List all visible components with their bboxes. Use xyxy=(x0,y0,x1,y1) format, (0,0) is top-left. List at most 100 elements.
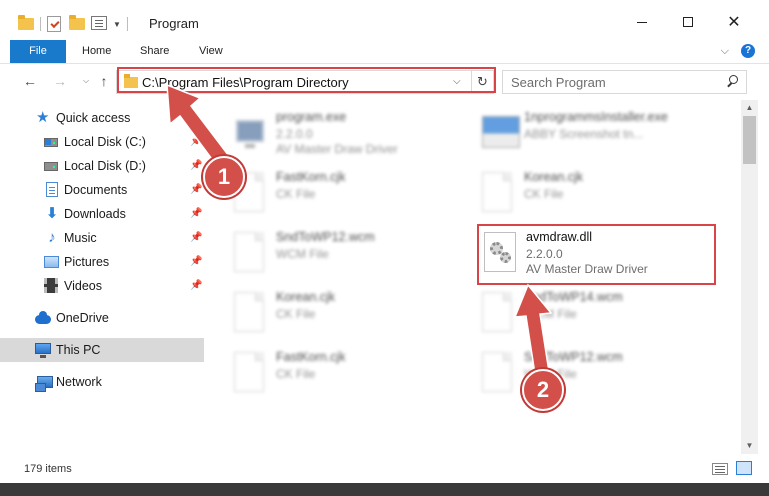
file-name: FastKorn.cjk xyxy=(276,170,346,184)
tab-share[interactable]: Share xyxy=(140,40,169,63)
file-item-korean-cjk[interactable]: Korean.cjk CK File xyxy=(478,166,708,222)
file-detail: CK File xyxy=(276,367,316,381)
sidebar-item-this-pc[interactable]: This PC xyxy=(0,338,204,362)
videos-icon xyxy=(44,278,60,294)
pin-icon[interactable]: 📌 xyxy=(190,160,202,172)
help-icon[interactable]: ? xyxy=(741,44,755,58)
address-bar[interactable]: C:\Program Files\Program Directory ⌵ ↻ xyxy=(116,70,494,94)
vertical-scrollbar[interactable]: ▲ ▼ xyxy=(741,100,758,454)
tiles-view-icon[interactable] xyxy=(736,461,752,475)
up-arrow-icon[interactable]: ↑ xyxy=(96,73,112,89)
file-item-program-exe[interactable]: program.exe 2.2.0.0 AV Master Draw Drive… xyxy=(230,106,460,162)
customize-toolbar-chevron-icon[interactable]: ▼ xyxy=(113,20,121,29)
file-icon xyxy=(234,292,268,334)
pin-icon[interactable]: 📌 xyxy=(190,208,202,220)
tab-view[interactable]: View xyxy=(199,40,223,63)
tab-home[interactable]: Home xyxy=(82,40,111,63)
installer-icon xyxy=(482,112,520,154)
close-icon: ✕ xyxy=(727,14,741,31)
network-icon xyxy=(35,374,53,392)
file-item-fastkorn-cjk[interactable]: FastKorn.cjk CK File xyxy=(230,346,460,402)
sidebar-item-label: Pictures xyxy=(64,255,110,269)
sidebar-item-quick-access[interactable]: ★ Quick access xyxy=(0,106,204,130)
file-list: program.exe 2.2.0.0 AV Master Draw Drive… xyxy=(206,100,741,454)
maximize-button[interactable] xyxy=(676,10,700,34)
sidebar-item-pictures[interactable]: Pictures 📌 xyxy=(0,250,204,274)
properties-check-icon[interactable] xyxy=(47,16,63,32)
tab-file[interactable]: File xyxy=(10,40,66,63)
expand-ribbon-chevron-icon[interactable]: ⌵ xyxy=(721,45,729,58)
file-item-sndtowp14-wcm[interactable]: SndToWP14.wcm WCM File xyxy=(478,286,708,342)
sidebar-item-label: Music xyxy=(64,231,97,245)
folder-icon xyxy=(124,74,138,88)
exe-icon xyxy=(234,112,268,154)
file-icon xyxy=(482,292,516,334)
details-view-icon[interactable] xyxy=(712,463,728,475)
back-arrow-icon[interactable]: ← xyxy=(22,73,38,89)
star-icon: ★ xyxy=(36,109,50,126)
recent-locations-chevron-icon[interactable]: ⌵ xyxy=(78,73,94,89)
scroll-down-icon[interactable]: ▼ xyxy=(741,438,758,454)
address-path[interactable]: C:\Program Files\Program Directory xyxy=(142,75,349,90)
file-name: Korean.cjk xyxy=(276,290,336,304)
sidebar-item-documents[interactable]: Documents 📌 xyxy=(0,178,204,202)
scroll-up-icon[interactable]: ▲ xyxy=(741,100,758,116)
sidebar-item-local-disk-c[interactable]: Local Disk (C:) 📌 xyxy=(0,130,204,154)
dll-gear-icon xyxy=(484,232,518,274)
pin-icon[interactable]: 📌 xyxy=(190,280,202,292)
file-item-sndtowp12-wcm[interactable]: SndToWP12.wcm WCM File xyxy=(230,226,460,282)
window-bottom-frame xyxy=(0,483,769,496)
callout-step-1: 1 xyxy=(203,156,245,198)
sidebar-item-label: Local Disk (C:) xyxy=(64,135,146,149)
ribbon-tabs: File Home Share View ⌵ ? xyxy=(0,40,769,64)
address-dropdown-chevron-icon[interactable]: ⌵ xyxy=(453,76,461,87)
file-item-installer-exe[interactable]: 1nprogrammsInstaller.exe ABBY Screenshot… xyxy=(478,106,708,162)
sidebar-item-local-disk-d[interactable]: Local Disk (D:) 📌 xyxy=(0,154,204,178)
sidebar-item-label: This PC xyxy=(56,343,101,357)
callout-step-2: 2 xyxy=(522,369,564,411)
music-icon: ♪ xyxy=(48,229,56,246)
sidebar-item-music[interactable]: ♪ Music 📌 xyxy=(0,226,204,250)
disk-icon xyxy=(44,158,60,174)
file-item-korean-cjk[interactable]: Korean.cjk CK File xyxy=(230,286,460,342)
refresh-icon[interactable]: ↻ xyxy=(471,71,493,93)
sidebar-item-downloads[interactable]: ⬇ Downloads 📌 xyxy=(0,202,204,226)
sidebar-item-label: OneDrive xyxy=(56,311,109,325)
navigation-bar: ← → ⌵ ↑ C:\Program Files\Program Directo… xyxy=(0,64,769,100)
file-name: SndToWP14.wcm xyxy=(524,290,623,304)
file-item-fastkorn-cjk[interactable]: FastKorn.cjk CK File xyxy=(230,166,460,222)
status-bar: 179 items xyxy=(0,455,769,483)
file-name: FastKorn.cjk xyxy=(276,350,346,364)
file-detail: CK File xyxy=(524,187,564,201)
new-folder-icon[interactable] xyxy=(69,15,85,32)
window-title: Program xyxy=(149,16,199,31)
file-detail: ABBY Screenshot tn... xyxy=(524,127,644,141)
search-icon[interactable] xyxy=(725,74,739,88)
scrollbar-thumb[interactable] xyxy=(743,116,756,164)
sidebar-item-videos[interactable]: Videos 📌 xyxy=(0,274,204,298)
pin-icon[interactable]: 📌 xyxy=(190,184,202,196)
file-name: SndToWP12.wcm xyxy=(276,230,375,244)
close-button[interactable]: ✕ xyxy=(722,10,746,34)
sidebar-item-onedrive[interactable]: OneDrive xyxy=(0,306,204,330)
onedrive-icon xyxy=(35,310,51,326)
disk-icon xyxy=(44,134,60,150)
search-input[interactable] xyxy=(511,74,711,90)
search-box[interactable] xyxy=(502,70,747,94)
sidebar-item-network[interactable]: Network xyxy=(0,370,204,394)
file-icon xyxy=(234,232,268,274)
pin-icon[interactable]: 📌 xyxy=(190,232,202,244)
forward-arrow-icon[interactable]: → xyxy=(52,73,68,89)
pin-icon[interactable]: 📌 xyxy=(190,256,202,268)
file-item-sndtowp12-wcm[interactable]: SndToWP12.wcm WCM File xyxy=(478,346,708,402)
minimize-button[interactable] xyxy=(630,10,654,34)
file-detail: AV Master Draw Driver xyxy=(526,262,648,276)
file-name: program.exe xyxy=(276,110,347,124)
file-icon xyxy=(482,352,516,394)
pin-icon[interactable]: 📌 xyxy=(190,136,202,148)
rename-icon[interactable] xyxy=(91,16,107,32)
file-detail: CK File xyxy=(276,187,316,201)
ribbon-controls: ⌵ ? xyxy=(721,44,755,58)
file-item-avmdraw-dll[interactable]: avmdraw.dll 2.2.0.0 AV Master Draw Drive… xyxy=(480,226,710,282)
pictures-icon xyxy=(44,254,60,270)
